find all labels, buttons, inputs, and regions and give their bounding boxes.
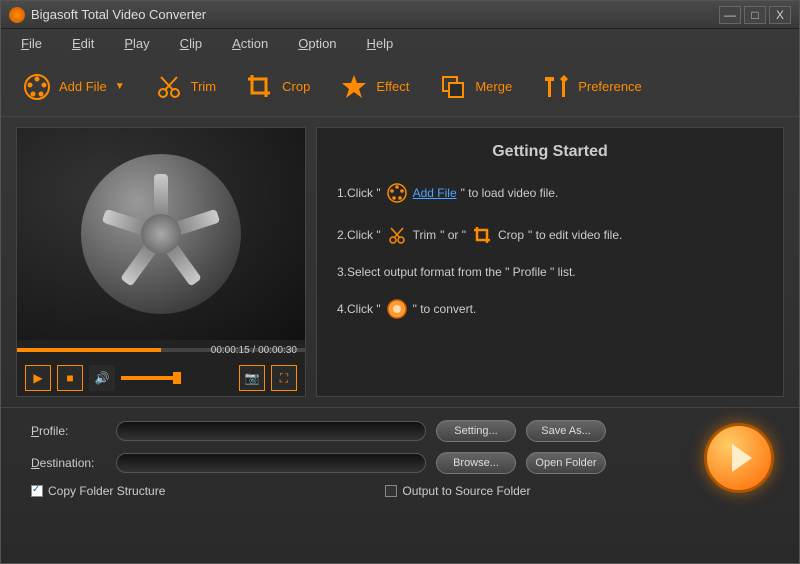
save-as-button[interactable]: Save As... bbox=[526, 420, 606, 442]
output-source-checkbox[interactable]: Output to Source Folder bbox=[385, 484, 530, 498]
stop-button[interactable]: ■ bbox=[57, 365, 83, 391]
info-title: Getting Started bbox=[337, 143, 763, 161]
main-area: 00:00:15 / 00:00:30 ▶ ■ 🔊 📷 ⛶ Getting St… bbox=[1, 117, 799, 407]
preview-panel: 00:00:15 / 00:00:30 ▶ ■ 🔊 📷 ⛶ bbox=[16, 127, 306, 397]
convert-icon bbox=[385, 297, 409, 321]
open-folder-button[interactable]: Open Folder bbox=[526, 452, 606, 474]
merge-icon bbox=[437, 71, 469, 103]
profile-select[interactable] bbox=[116, 421, 426, 441]
effect-button[interactable]: Effect bbox=[338, 71, 409, 103]
volume-icon[interactable]: 🔊 bbox=[89, 365, 115, 391]
dropdown-icon: ▼ bbox=[115, 81, 125, 92]
copy-structure-checkbox[interactable]: Copy Folder Structure bbox=[31, 484, 165, 498]
step-4: 4.Click " " to convert. bbox=[337, 297, 763, 321]
play-button[interactable]: ▶ bbox=[25, 365, 51, 391]
menubar: File Edit Play Clip Action Option Help bbox=[1, 29, 799, 57]
time-display: 00:00:15 / 00:00:30 bbox=[211, 345, 297, 356]
crop-icon bbox=[470, 223, 494, 247]
add-file-link[interactable]: Add File bbox=[413, 186, 457, 200]
scissors-icon bbox=[385, 223, 409, 247]
app-title: Bigasoft Total Video Converter bbox=[31, 7, 716, 22]
fullscreen-button[interactable]: ⛶ bbox=[271, 365, 297, 391]
profile-label: Profile: bbox=[31, 424, 106, 438]
profile-row: Profile: Setting... Save As... bbox=[31, 420, 779, 442]
progress-bar[interactable]: 00:00:15 / 00:00:30 bbox=[17, 340, 305, 360]
crop-icon bbox=[244, 71, 276, 103]
preview-image bbox=[17, 128, 305, 340]
scissors-icon bbox=[153, 71, 185, 103]
merge-button[interactable]: Merge bbox=[437, 71, 512, 103]
snapshot-button[interactable]: 📷 bbox=[239, 365, 265, 391]
destination-row: Destination: Browse... Open Folder bbox=[31, 452, 779, 474]
menu-edit[interactable]: Edit bbox=[72, 36, 94, 51]
checkbox-icon bbox=[385, 485, 397, 497]
star-icon bbox=[338, 71, 370, 103]
step-1: 1.Click " Add File " to load video file. bbox=[337, 181, 763, 205]
getting-started-panel: Getting Started 1.Click " Add File " to … bbox=[316, 127, 784, 397]
menu-file[interactable]: File bbox=[21, 36, 42, 51]
checkbox-icon bbox=[31, 485, 43, 497]
toolbar: Add File ▼ Trim Crop Effect Merge Prefer… bbox=[1, 57, 799, 117]
menu-clip[interactable]: Clip bbox=[180, 36, 202, 51]
minimize-button[interactable]: — bbox=[719, 6, 741, 24]
trim-button[interactable]: Trim bbox=[153, 71, 217, 103]
menu-play[interactable]: Play bbox=[124, 36, 149, 51]
add-file-button[interactable]: Add File ▼ bbox=[21, 71, 125, 103]
volume-slider[interactable] bbox=[121, 376, 181, 380]
close-button[interactable]: X bbox=[769, 6, 791, 24]
titlebar: Bigasoft Total Video Converter — □ X bbox=[1, 1, 799, 29]
browse-button[interactable]: Browse... bbox=[436, 452, 516, 474]
reel-icon bbox=[385, 181, 409, 205]
step-3: 3.Select output format from the " Profil… bbox=[337, 265, 763, 279]
maximize-button[interactable]: □ bbox=[744, 6, 766, 24]
preference-button[interactable]: Preference bbox=[540, 71, 642, 103]
convert-button[interactable] bbox=[704, 423, 774, 493]
menu-action[interactable]: Action bbox=[232, 36, 268, 51]
setting-button[interactable]: Setting... bbox=[436, 420, 516, 442]
destination-input[interactable] bbox=[116, 453, 426, 473]
destination-label: Destination: bbox=[31, 456, 106, 470]
step-2: 2.Click " Trim " or " Crop " to edit vid… bbox=[337, 223, 763, 247]
menu-help[interactable]: Help bbox=[367, 36, 394, 51]
app-window: Bigasoft Total Video Converter — □ X Fil… bbox=[0, 0, 800, 564]
reel-icon bbox=[21, 71, 53, 103]
app-icon bbox=[9, 7, 25, 23]
checkbox-row: Copy Folder Structure Output to Source F… bbox=[31, 484, 779, 498]
bottom-area: Profile: Setting... Save As... Destinati… bbox=[1, 407, 799, 508]
tools-icon bbox=[540, 71, 572, 103]
menu-option[interactable]: Option bbox=[298, 36, 336, 51]
player-controls: ▶ ■ 🔊 📷 ⛶ bbox=[17, 360, 305, 396]
crop-button[interactable]: Crop bbox=[244, 71, 310, 103]
film-reel-graphic bbox=[81, 154, 241, 314]
